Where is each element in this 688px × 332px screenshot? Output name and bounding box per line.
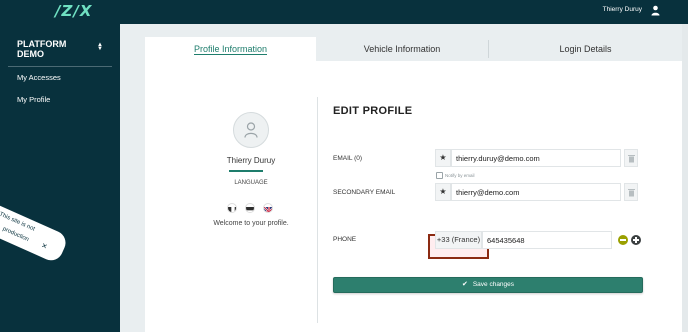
sidebar-item-my-accesses[interactable]: My Accesses bbox=[17, 73, 61, 82]
top-bar: /Z/X Thierry Duruy bbox=[0, 0, 688, 24]
profile-panel: Thierry Duruy LANGUAGE Welcome to your p… bbox=[145, 61, 683, 332]
platform-title[interactable]: PLATFORM DEMO bbox=[17, 39, 77, 59]
email-field[interactable] bbox=[451, 149, 621, 167]
scrollbar[interactable] bbox=[682, 24, 688, 332]
trash-icon[interactable] bbox=[624, 149, 638, 167]
tab-login-details[interactable]: Login Details bbox=[488, 37, 683, 61]
language-label: LANGUAGE bbox=[234, 180, 268, 186]
non-production-banner: This site is not production ✕ bbox=[0, 196, 70, 265]
save-label: Save changes bbox=[472, 281, 515, 288]
france-flag-icon[interactable] bbox=[245, 203, 255, 213]
close-icon[interactable]: ✕ bbox=[40, 241, 49, 251]
main-content: Profile Information Vehicle Information … bbox=[120, 24, 688, 332]
logo[interactable]: /Z/X bbox=[55, 2, 92, 20]
uk-flag-icon[interactable] bbox=[263, 203, 273, 213]
email-notify-label: Notify by email bbox=[445, 173, 475, 178]
tab-label: Profile Information bbox=[193, 44, 268, 55]
star-icon[interactable]: ★ bbox=[435, 149, 451, 167]
chevron-updown-icon[interactable]: ▲ ▼ bbox=[97, 42, 103, 52]
sidebar-divider bbox=[8, 66, 112, 67]
user-avatar-icon bbox=[244, 122, 258, 138]
add-phone-icon[interactable] bbox=[631, 235, 641, 245]
sidebar-item-my-profile[interactable]: My Profile bbox=[17, 95, 50, 104]
star-icon[interactable]: ★ bbox=[435, 183, 451, 201]
phone-prefix-select[interactable]: +33 (France) bbox=[435, 231, 482, 249]
tab-bar: Profile Information Vehicle Information … bbox=[145, 37, 683, 61]
secondary-email-field[interactable] bbox=[451, 183, 621, 201]
user-name[interactable]: Thierry Duruy bbox=[603, 6, 642, 13]
secondary-email-label: SECONDARY EMAIL bbox=[333, 189, 396, 196]
sidebar: PLATFORM DEMO ▲ ▼ My Accesses My Profile … bbox=[0, 24, 120, 332]
name-underline bbox=[229, 170, 263, 172]
tab-vehicle-information[interactable]: Vehicle Information bbox=[316, 37, 488, 61]
email-label: EMAIL (0) bbox=[333, 155, 363, 162]
check-icon: ✔ bbox=[461, 281, 468, 288]
profile-name: Thierry Duruy bbox=[226, 156, 276, 165]
avatar bbox=[233, 112, 269, 148]
save-changes-button[interactable]: ✔ Save changes bbox=[333, 277, 643, 293]
phone-field[interactable] bbox=[482, 231, 612, 249]
italy-flag-icon[interactable] bbox=[227, 203, 237, 213]
tab-profile-information[interactable]: Profile Information bbox=[145, 37, 316, 61]
vertical-divider bbox=[317, 97, 318, 323]
edit-profile-title: EDIT PROFILE bbox=[333, 105, 413, 117]
trash-icon[interactable] bbox=[624, 183, 638, 201]
email-notify-checkbox[interactable] bbox=[436, 172, 443, 179]
remove-phone-icon[interactable] bbox=[618, 235, 628, 245]
welcome-text: Welcome to your profile. bbox=[213, 220, 289, 227]
user-icon[interactable] bbox=[651, 5, 660, 16]
phone-label: PHONE bbox=[333, 236, 357, 243]
